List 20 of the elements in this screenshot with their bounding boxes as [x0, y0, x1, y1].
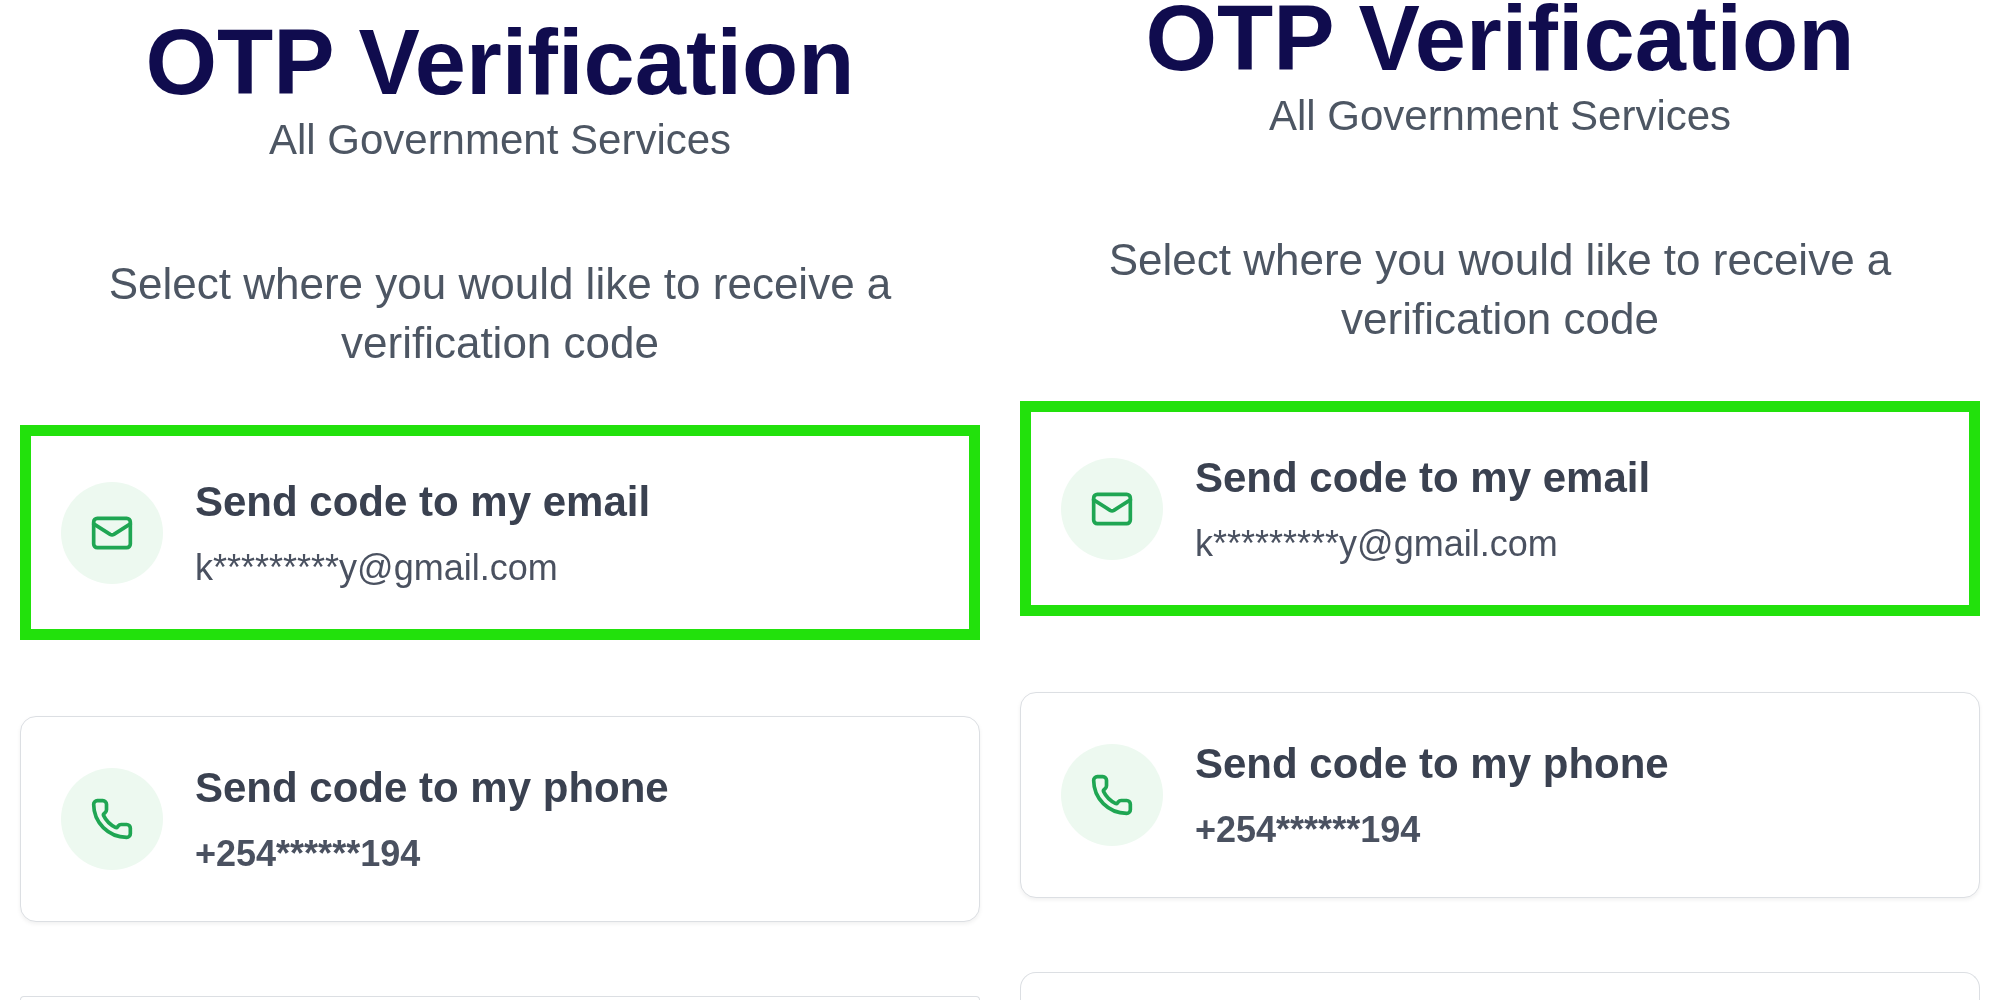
page-title: OTP Verification [1145, 0, 1855, 76]
option-card[interactable]: Send code to my email k*********y@gmail.com [1020, 401, 1980, 616]
instruction-text: Select where you would like to receive a verification code [1107, 234, 1893, 345]
option-title: Send code to my email [195, 477, 651, 526]
masked-contact: k*********y@gmail.com [1195, 523, 1558, 564]
instruction-text: Select where you would like to receive a verification code [107, 258, 893, 369]
masked-contact: k*********y@gmail.com [195, 547, 558, 588]
option-card[interactable]: Send code to my email k*********y@gmail.com [20, 425, 980, 640]
option-title: Send code to my phone [1195, 740, 1669, 788]
page-title: OTP Verification [145, 24, 855, 100]
option-title: Send code to my phone [195, 764, 669, 812]
option-card[interactable]: Send code to my phone +254******194 [20, 716, 980, 922]
option-card[interactable]: Send code to my phone +254******194 [1020, 692, 1980, 898]
masked-contact: +254******194 [195, 834, 421, 874]
option-card[interactable] [20, 996, 980, 1000]
page-subtitle: All Government Services [268, 116, 732, 164]
page-subtitle: All Government Services [1268, 92, 1732, 140]
option-card[interactable] [1020, 972, 1980, 1000]
option-title: Send code to my email [1195, 453, 1651, 502]
masked-contact: +254******194 [1195, 810, 1421, 850]
